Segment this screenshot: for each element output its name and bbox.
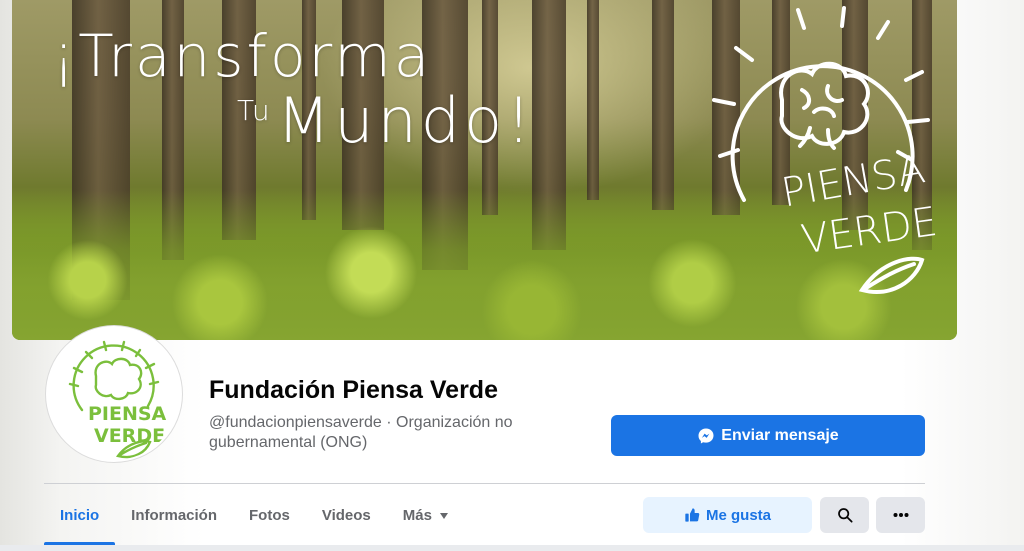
tab-label: Fotos [249,507,290,524]
page-tabs: Inicio Información Fotos Videos Más [44,484,464,547]
messenger-icon [698,428,714,443]
thumbs-up-icon [685,508,700,522]
tab-fotos[interactable]: Fotos [233,484,306,547]
page-subtitle: @fundacionpiensaverde · Organización no … [209,414,513,451]
tab-label: Inicio [60,507,100,524]
search-icon [837,508,853,523]
profile-avatar[interactable]: PIENSA VERDE [46,326,182,462]
cover-title: ¡Transforma Tu Mundo! [52,22,535,157]
cover-photo[interactable]: ¡Transforma Tu Mundo! PIENSA VERDE [12,0,957,340]
page-title: Fundación Piensa Verde [209,376,498,404]
content-area-edge [0,545,1024,551]
send-message-label: Enviar mensaje [721,426,839,444]
tab-mas[interactable]: Más [387,484,464,547]
more-options-button[interactable] [876,497,925,533]
cover-title-tu: Tu [237,94,272,127]
like-button[interactable]: Me gusta [643,497,812,533]
like-label: Me gusta [705,506,771,524]
avatar-logo: PIENSA VERDE [68,340,167,459]
tab-label: Más [402,507,432,524]
tab-label: Información [131,507,218,524]
more-dots-icon [893,513,908,517]
avatar-text-2: VERDE [94,425,165,447]
send-message-button[interactable]: Enviar mensaje [611,415,925,456]
cover-title-line1: ¡Transforma [52,22,433,90]
tab-videos[interactable]: Videos [306,484,387,547]
tab-inicio[interactable]: Inicio [44,484,116,547]
tab-label: Videos [321,507,371,524]
tab-informacion[interactable]: Información [115,484,233,547]
avatar-text-1: PIENSA [88,403,167,425]
search-button[interactable] [820,497,869,533]
caret-down-icon [439,512,448,519]
cover-title-mundo: Mundo! [276,84,535,157]
piensa-verde-logo: PIENSA VERDE [712,6,940,294]
